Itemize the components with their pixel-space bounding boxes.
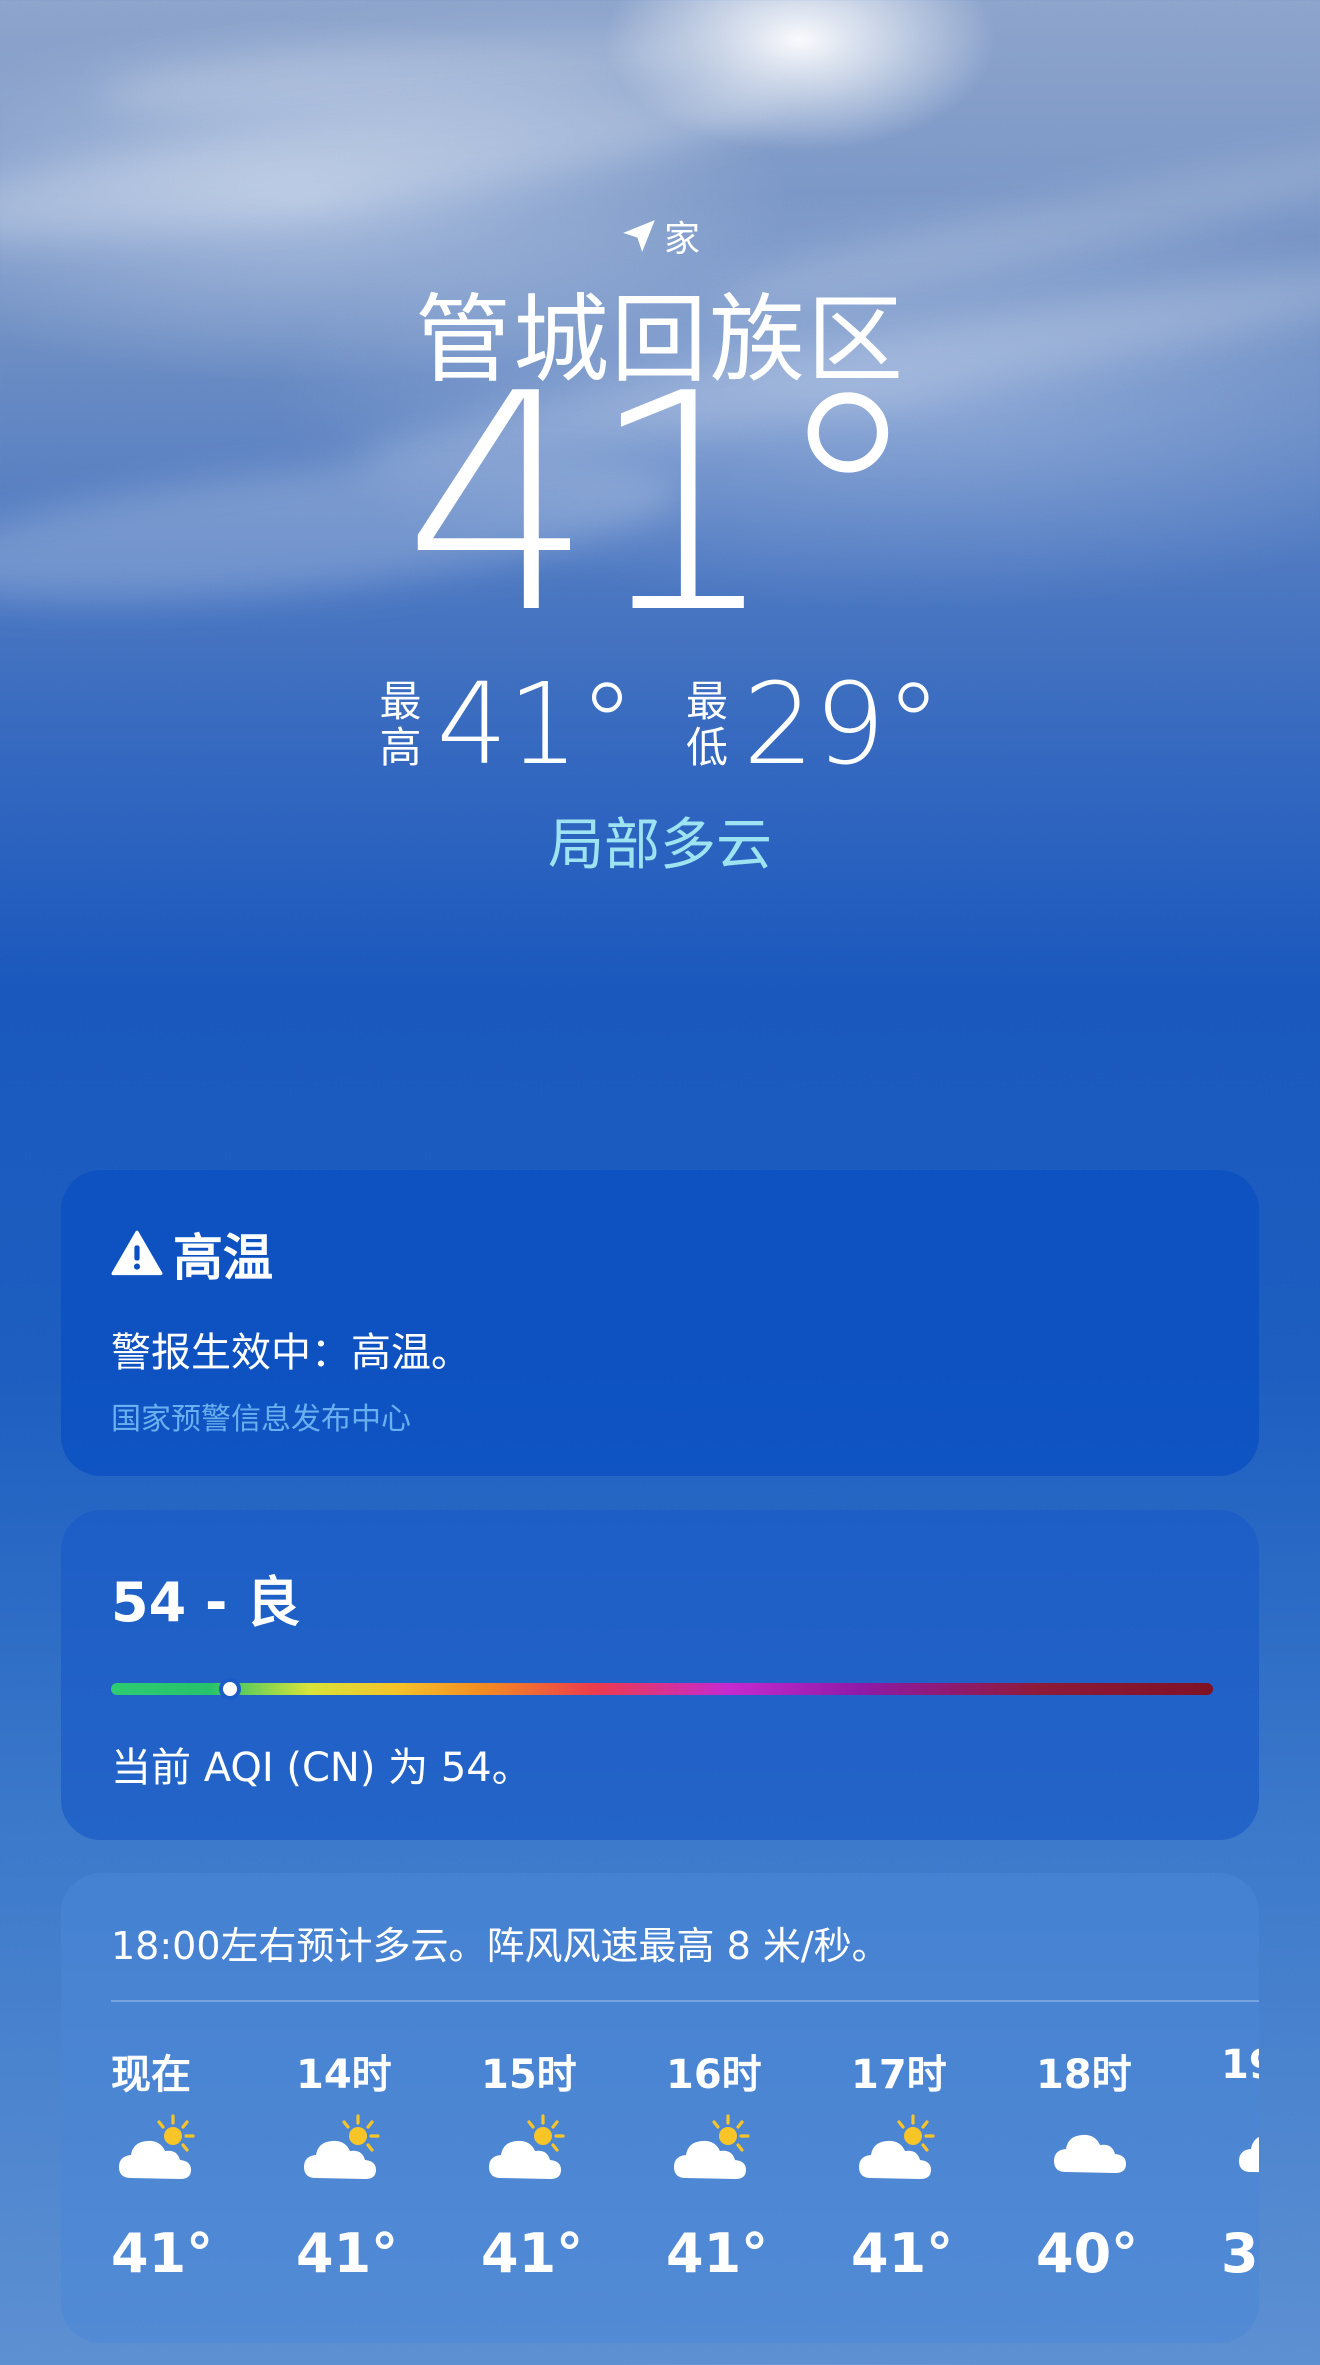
location-arrow-icon	[623, 220, 655, 252]
hour-temp: 41°	[111, 2222, 214, 2285]
hour-item: 16时 41°	[666, 2042, 851, 2285]
condition-text: 局部多云	[548, 813, 772, 878]
cloud-icon	[1036, 2102, 1221, 2198]
hour-temp: 41°	[666, 2222, 769, 2285]
alert-title: 高温	[111, 1218, 1209, 1290]
hour-label: 18时	[1036, 2052, 1132, 2098]
hour-label: 14时	[296, 2052, 392, 2098]
hourly-list[interactable]: 现在41°14时41°15时41°16时41°17时41°18时40°1939	[111, 2042, 1259, 2285]
aqi-title: 54 - 良	[111, 1571, 301, 1634]
partly-sunny-icon	[666, 2102, 851, 2198]
alert-text: 警报生效中：高温。	[111, 1330, 471, 1376]
partly-sunny-icon	[111, 2102, 296, 2198]
low-temp: 29°	[743, 660, 942, 790]
hour-temp: 39	[1221, 2222, 1259, 2285]
hourly-forecast-card[interactable]: 18:00左右预计多云。阵风风速最高 8 米/秒。 现在 41° 14时 41° 15时…	[61, 1873, 1259, 2343]
hour-label: 16时	[666, 2052, 762, 2098]
aqi-card[interactable]: 54 - 良 当前 AQI (CN) 为 54。	[61, 1510, 1259, 1840]
cloud-icon	[1221, 2102, 1259, 2198]
hour-temp: 41°	[851, 2222, 954, 2285]
high-temp-group: 最高 41°	[378, 660, 635, 790]
alert-title-text: 高温	[173, 1229, 273, 1287]
partly-sunny-icon	[296, 2102, 481, 2198]
hour-item: 现在 41°	[111, 2042, 296, 2285]
alert-source[interactable]: 国家预警信息发布中心	[111, 1394, 1209, 1438]
hour-label: 现在	[111, 2052, 191, 2098]
low-temp-group: 最低 29°	[685, 660, 942, 790]
partly-sunny-icon	[481, 2102, 666, 2198]
location-tag-label: 家	[663, 219, 700, 260]
hour-temp: 41°	[481, 2222, 584, 2285]
location-tag: 家	[0, 210, 1320, 262]
hourly-summary: 18:00左右预计多云。阵风风速最高 8 米/秒。	[111, 1924, 890, 1968]
hour-item: 18时 40°	[1036, 2042, 1221, 2285]
hour-label: 17时	[851, 2052, 947, 2098]
aqi-text: 当前 AQI (CN) 为 54。	[111, 1745, 532, 1791]
hour-item: 14时 41°	[296, 2042, 481, 2285]
hour-temp: 40°	[1036, 2222, 1139, 2285]
high-temp: 41°	[436, 660, 635, 790]
hour-item: 17时 41°	[851, 2042, 1036, 2285]
hour-temp: 41°	[296, 2222, 399, 2285]
divider	[111, 2000, 1259, 2002]
current-temperature: 41°	[403, 330, 923, 679]
aqi-scale-bar	[111, 1678, 1213, 1700]
alert-card[interactable]: 高温 警报生效中：高温。 国家预警信息发布中心	[61, 1170, 1259, 1476]
hour-label: 15时	[481, 2052, 577, 2098]
low-label: 最低	[685, 677, 728, 772]
warning-icon	[111, 1230, 163, 1276]
high-low: 最高 41° 最低 29°	[0, 660, 1320, 790]
hour-item: 15时 41°	[481, 2042, 666, 2285]
hour-item: 1939	[1221, 2042, 1259, 2285]
high-label: 最高	[379, 677, 422, 772]
partly-sunny-icon	[851, 2102, 1036, 2198]
hour-label: 19	[1221, 2042, 1259, 2088]
aqi-indicator	[219, 1678, 242, 1700]
